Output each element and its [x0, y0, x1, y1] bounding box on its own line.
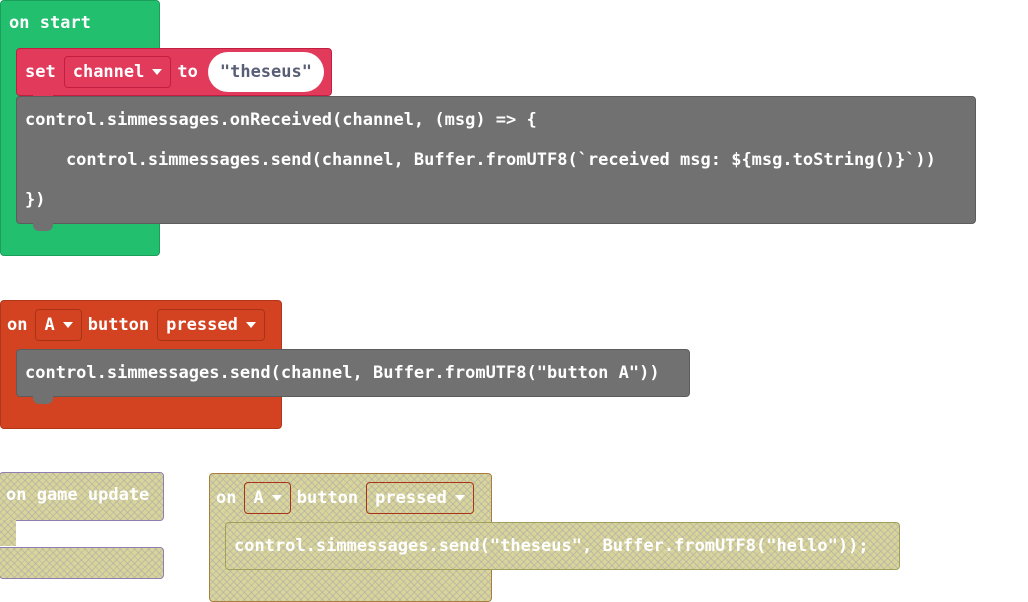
chevron-down-icon	[62, 322, 73, 328]
block-notch	[33, 396, 53, 404]
code-line: control.simmessages.send("theseus", Buff…	[234, 536, 869, 556]
block-notch	[33, 223, 53, 231]
event-dropdown-label: pressed	[375, 488, 447, 508]
string-value-input[interactable]: "theseus"	[207, 52, 324, 92]
chevron-down-icon	[152, 69, 163, 75]
on-game-update-row: on game update	[6, 485, 149, 505]
set-variable-row: set channel to "theseus"	[25, 48, 324, 96]
on-button-pressed-disabled-header: on A button pressed	[216, 482, 480, 514]
chevron-down-icon	[271, 495, 282, 501]
chevron-down-icon	[454, 495, 465, 501]
set-variable-block[interactable]: set channel to "theseus"	[16, 48, 332, 103]
button-dropdown-label: A	[44, 315, 55, 335]
on-game-update-label: on game update	[6, 485, 150, 505]
event-dropdown[interactable]: pressed	[366, 482, 474, 514]
on-game-update-header: on game update	[0, 472, 164, 521]
on-keyword: on	[7, 315, 28, 335]
event-dropdown[interactable]: pressed	[157, 309, 265, 341]
variable-dropdown-label: channel	[72, 62, 145, 82]
on-start-label: on start	[9, 13, 91, 33]
code-line-2: control.simmessages.send(channel, Buffer…	[25, 150, 936, 170]
to-keyword: to	[177, 62, 198, 82]
javascript-code-block-disabled[interactable]: control.simmessages.send("theseus", Buff…	[225, 522, 900, 570]
code-line-3: })	[25, 190, 46, 210]
on-start-header: on start	[9, 13, 91, 33]
set-keyword: set	[25, 62, 56, 82]
chevron-down-icon	[245, 322, 256, 328]
event-dropdown-label: pressed	[166, 315, 238, 335]
button-keyword: button	[87, 315, 150, 335]
button-dropdown[interactable]: A	[244, 482, 291, 514]
javascript-code-block-button[interactable]: control.simmessages.send(channel, Buffer…	[16, 349, 690, 404]
on-button-pressed-header: on A button pressed	[7, 309, 271, 341]
on-game-update-block[interactable]: on game update	[0, 472, 165, 579]
button-dropdown[interactable]: A	[35, 309, 82, 341]
code-line-1: control.simmessages.onReceived(channel, …	[25, 110, 537, 130]
on-game-update-spine	[0, 520, 16, 546]
on-keyword: on	[216, 488, 237, 508]
code-line: control.simmessages.send(channel, Buffer…	[25, 363, 660, 383]
variable-dropdown[interactable]: channel	[63, 56, 172, 88]
button-keyword: button	[296, 488, 359, 508]
button-dropdown-label: A	[253, 488, 264, 508]
on-game-update-footer	[0, 547, 164, 579]
javascript-code-block[interactable]: control.simmessages.onReceived(channel, …	[16, 96, 976, 231]
